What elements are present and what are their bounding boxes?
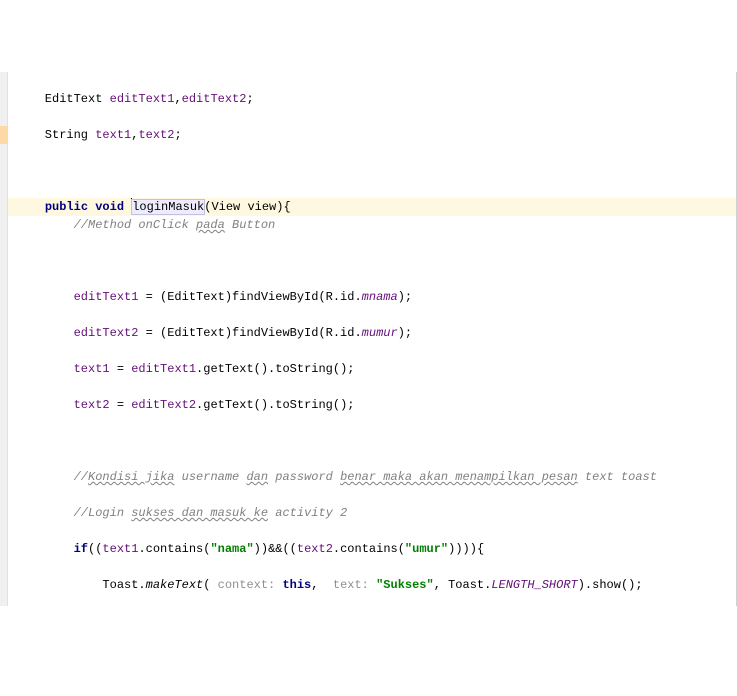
code-line: Toast.makeText( context: this, text: "Su… bbox=[16, 576, 736, 594]
code-line: EditText editText1,editText2; bbox=[16, 90, 736, 108]
code-line bbox=[16, 162, 736, 180]
code-line: //Login sukses dan masuk ke activity 2 bbox=[16, 504, 736, 522]
code-line: if((text1.contains("nama"))&&((text2.con… bbox=[16, 540, 736, 558]
code-line: //Kondisi jika username dan password ben… bbox=[16, 468, 736, 486]
gutter-highlight bbox=[0, 126, 8, 144]
gutter bbox=[0, 72, 8, 606]
code-line: text2 = editText2.getText().toString(); bbox=[16, 396, 736, 414]
code-line: String text1,text2; bbox=[16, 126, 736, 144]
code-line: editText2 = (EditText)findViewById(R.id.… bbox=[16, 324, 736, 342]
code-line: //Method onClick pada Button bbox=[16, 216, 736, 234]
code-line bbox=[16, 252, 736, 270]
code-area[interactable]: EditText editText1,editText2; String tex… bbox=[8, 72, 736, 606]
code-line-highlighted: public void loginMasuk(View view){ bbox=[8, 198, 736, 216]
code-editor[interactable]: EditText editText1,editText2; String tex… bbox=[0, 72, 737, 606]
code-line: editText1 = (EditText)findViewById(R.id.… bbox=[16, 288, 736, 306]
code-line bbox=[16, 432, 736, 450]
code-line: text1 = editText1.getText().toString(); bbox=[16, 360, 736, 378]
